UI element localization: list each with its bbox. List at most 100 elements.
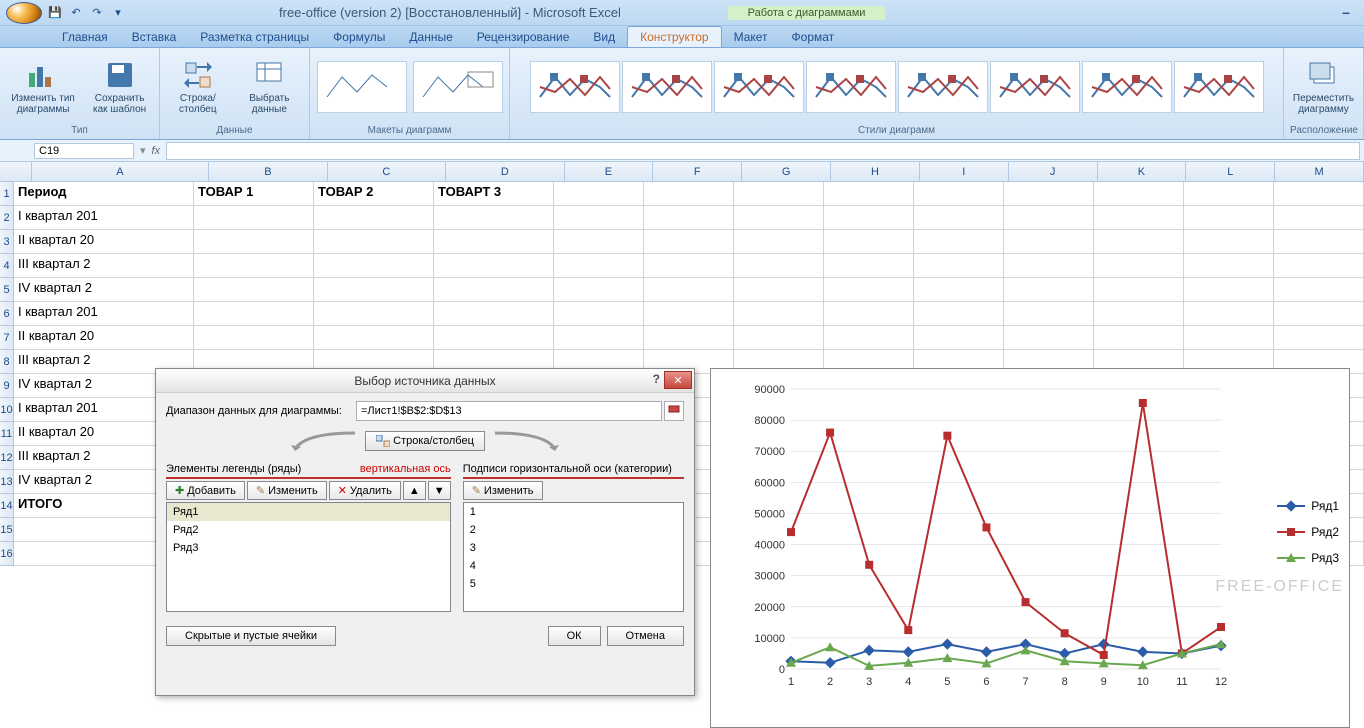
cell[interactable] [194,302,314,326]
column-header[interactable]: J [1009,162,1098,181]
cell[interactable] [644,278,734,302]
cell[interactable] [194,206,314,230]
column-header[interactable]: G [742,162,831,181]
layout-preset[interactable] [317,61,407,113]
cell[interactable] [1094,326,1184,350]
cell[interactable] [434,230,554,254]
fx-icon[interactable]: fx [152,145,161,157]
cell[interactable] [1274,254,1364,278]
tab-формулы[interactable]: Формулы [321,27,397,47]
list-item[interactable]: 3 [464,539,683,557]
cell[interactable]: II квартал 20 [14,230,194,254]
chart-object[interactable]: 0100002000030000400005000060000700008000… [710,368,1350,728]
cell[interactable]: I квартал 201 [14,206,194,230]
cell[interactable] [734,278,824,302]
row-header[interactable]: 7 [0,326,14,350]
cell[interactable] [1094,278,1184,302]
edit-series-button[interactable]: ✎Изменить [247,481,327,500]
cell[interactable] [434,206,554,230]
list-item[interactable]: 1 [464,503,683,521]
tab-вид[interactable]: Вид [581,27,627,47]
redo-icon[interactable]: ↷ [88,5,106,21]
change-chart-type-button[interactable]: Изменить тип диаграммы [6,57,80,117]
range-input[interactable] [356,401,662,421]
cell[interactable] [1094,302,1184,326]
formula-input[interactable] [166,142,1360,160]
column-header[interactable]: E [565,162,654,181]
cell[interactable] [734,182,824,206]
cell[interactable] [1004,278,1094,302]
chart-style-preset[interactable] [622,61,712,113]
name-box[interactable]: C19 [34,143,134,159]
switch-row-column-button[interactable]: Строка/столбец [166,57,230,117]
column-header[interactable]: L [1186,162,1275,181]
cell[interactable] [554,182,644,206]
chart-style-preset[interactable] [990,61,1080,113]
cell[interactable] [554,206,644,230]
cell[interactable] [1094,182,1184,206]
save-icon[interactable]: 💾 [46,5,64,21]
cell[interactable] [554,326,644,350]
cell[interactable] [914,254,1004,278]
cell[interactable] [824,326,914,350]
cell[interactable] [554,230,644,254]
legend-item[interactable]: Ряд3 [1277,551,1339,565]
cell[interactable] [1184,230,1274,254]
cell[interactable] [914,278,1004,302]
cell[interactable] [1004,326,1094,350]
row-header[interactable]: 13 [0,470,14,494]
cell[interactable] [824,206,914,230]
row-header[interactable]: 8 [0,350,14,374]
cell[interactable] [1274,230,1364,254]
switch-row-col-button[interactable]: Строка/столбец [365,431,485,451]
cell[interactable] [314,302,434,326]
move-down-button[interactable]: ▼ [428,481,451,500]
cell[interactable] [194,254,314,278]
row-header[interactable]: 11 [0,422,14,446]
row-header[interactable]: 16 [0,542,14,566]
cell[interactable] [824,254,914,278]
cell[interactable] [644,206,734,230]
row-header[interactable]: 6 [0,302,14,326]
cell[interactable] [1184,302,1274,326]
cell[interactable] [824,182,914,206]
column-header[interactable]: C [328,162,446,181]
cell[interactable] [314,254,434,278]
list-item[interactable]: Ряд3 [167,539,450,557]
cell[interactable] [194,230,314,254]
list-item[interactable]: 2 [464,521,683,539]
cell[interactable] [1004,182,1094,206]
column-header[interactable]: H [831,162,920,181]
cell[interactable] [1094,206,1184,230]
row-header[interactable]: 10 [0,398,14,422]
tab-формат[interactable]: Формат [780,27,847,47]
cell[interactable] [1004,206,1094,230]
list-item[interactable]: Ряд2 [167,521,450,539]
cell[interactable] [434,302,554,326]
cell[interactable] [644,254,734,278]
cell[interactable] [1274,326,1364,350]
cell[interactable] [914,206,1004,230]
undo-icon[interactable]: ↶ [67,5,85,21]
cell[interactable] [1274,278,1364,302]
tab-данные[interactable]: Данные [397,27,464,47]
hidden-cells-button[interactable]: Скрытые и пустые ячейки [166,626,336,646]
tab-вставка[interactable]: Вставка [120,27,189,47]
cell[interactable] [554,302,644,326]
cell[interactable] [734,326,824,350]
column-header[interactable]: I [920,162,1009,181]
cell[interactable] [1004,230,1094,254]
cell[interactable] [644,326,734,350]
chart-style-preset[interactable] [530,61,620,113]
list-item[interactable]: Ряд1 [167,503,450,521]
move-up-button[interactable]: ▲ [403,481,426,500]
tab-главная[interactable]: Главная [50,27,120,47]
row-header[interactable]: 15 [0,518,14,542]
cell[interactable] [644,302,734,326]
chart-legend[interactable]: Ряд1Ряд2Ряд3 [1277,499,1339,577]
cell[interactable] [914,302,1004,326]
select-all-corner[interactable] [0,162,32,181]
save-template-button[interactable]: Сохранить как шаблон [86,57,153,117]
tab-конструктор[interactable]: Конструктор [627,26,721,47]
cell[interactable]: ТОВАР 1 [194,182,314,206]
